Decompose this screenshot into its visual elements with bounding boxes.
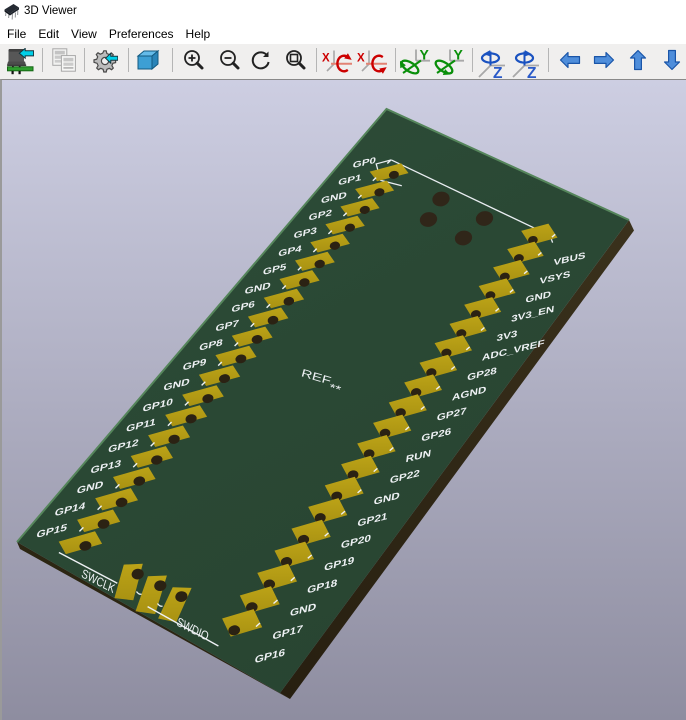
svg-text:Y: Y: [420, 48, 430, 63]
svg-text:X: X: [357, 53, 365, 65]
svg-text:X: X: [322, 53, 330, 65]
svg-text:Z: Z: [527, 65, 537, 78]
svg-text:Z: Z: [493, 65, 503, 78]
svg-text:Y: Y: [454, 48, 464, 63]
